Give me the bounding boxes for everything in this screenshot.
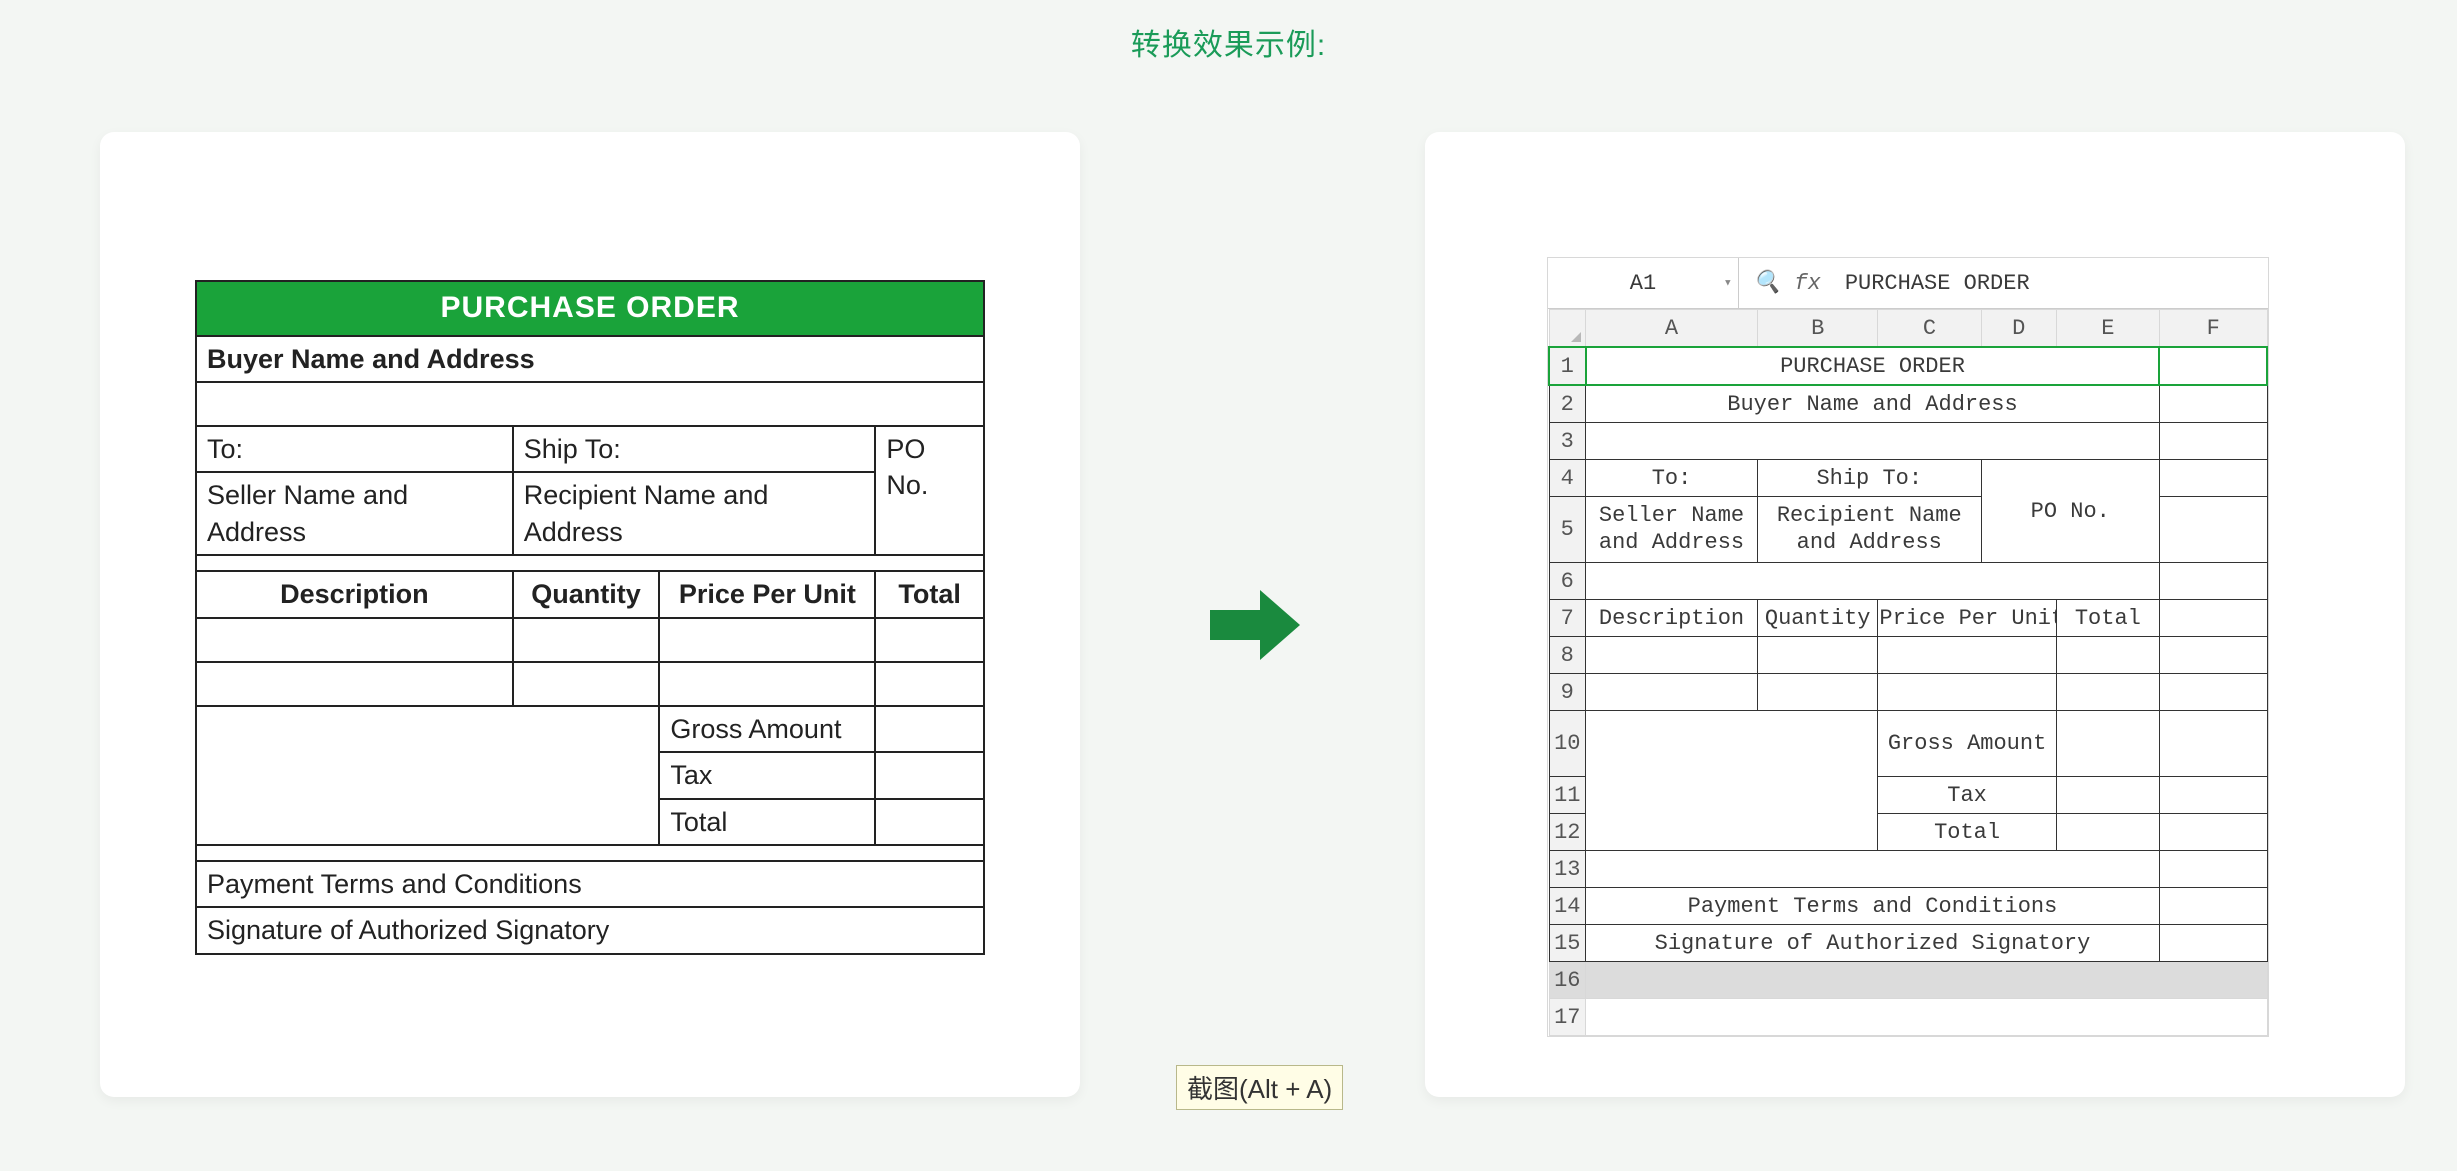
cell-qty-h[interactable]: Quantity [1758,600,1878,637]
row-header[interactable]: 12 [1549,814,1586,851]
col-header-C[interactable]: C [1878,310,1981,348]
cell-shipto[interactable]: Ship To: [1758,460,1982,497]
row-header[interactable]: 2 [1549,385,1586,423]
col-header-F[interactable]: F [2159,310,2267,348]
screenshot-tooltip: 截图(Alt + A) [1176,1065,1343,1110]
purchase-order-document: PURCHASE ORDER Buyer Name and Address To… [195,280,985,955]
cell-buyer[interactable]: Buyer Name and Address [1586,385,2160,423]
row-header[interactable]: 11 [1549,777,1586,814]
doc-to-label: To: [196,426,513,472]
col-header-A[interactable]: A [1586,310,1758,348]
cell-signature[interactable]: Signature of Authorized Signatory [1586,925,2160,962]
row-header[interactable]: 7 [1549,600,1586,637]
fx-icon[interactable]: fx [1794,271,1820,296]
arrow-icon [1210,590,1300,660]
cell-pono[interactable]: PO No. [1981,460,2159,563]
doc-col-description: Description [196,571,513,617]
row-header[interactable]: 15 [1549,925,1586,962]
col-header-D[interactable]: D [1981,310,2056,348]
row-header[interactable]: 4 [1549,460,1586,497]
cell-title[interactable]: PURCHASE ORDER [1586,347,2160,385]
cell-gross[interactable]: Gross Amount [1878,711,2056,777]
formula-bar: A1 ▾ 🔍 fx PURCHASE ORDER [1548,258,2268,309]
row-header[interactable]: 5 [1549,497,1586,563]
cell-total[interactable]: Total [1878,814,2056,851]
doc-empty-row [196,382,984,426]
name-box-dropdown-icon[interactable]: ▾ [1724,275,1732,292]
row-header[interactable]: 16 [1549,962,1586,999]
doc-col-ppu: Price Per Unit [659,571,875,617]
cell-tax[interactable]: Tax [1878,777,2056,814]
row-header[interactable]: 10 [1549,711,1586,777]
col-header-B[interactable]: B [1758,310,1878,348]
doc-col-quantity: Quantity [513,571,660,617]
doc-total: Total [659,799,875,845]
doc-shipto-label: Ship To: [513,426,876,472]
row-header[interactable]: 3 [1549,423,1586,460]
example-title: 转换效果示例: [0,20,2457,64]
name-box-value: A1 [1630,271,1656,296]
grid[interactable]: A B C D E F 1 PURCHASE ORDER [1548,309,2268,1036]
doc-seller: Seller Name and Address [196,472,513,555]
row-header[interactable]: 13 [1549,851,1586,888]
cell-payment[interactable]: Payment Terms and Conditions [1586,888,2160,925]
row-header[interactable]: 8 [1549,637,1586,674]
row-header[interactable]: 14 [1549,888,1586,925]
row-header[interactable]: 6 [1549,563,1586,600]
doc-gross: Gross Amount [659,706,875,752]
cell-desc-h[interactable]: Description [1586,600,1758,637]
row-header[interactable]: 9 [1549,674,1586,711]
zoom-icon[interactable]: 🔍 [1753,270,1780,296]
row-header[interactable]: 17 [1549,999,1586,1036]
doc-pono: PO No. [875,426,984,555]
cell-total-h[interactable]: Total [2056,600,2159,637]
source-document-card: PURCHASE ORDER Buyer Name and Address To… [100,132,1080,1097]
doc-col-total: Total [875,571,984,617]
formula-value[interactable]: PURCHASE ORDER [1835,271,2268,296]
doc-header: PURCHASE ORDER [196,281,984,336]
doc-signature: Signature of Authorized Signatory [196,907,984,953]
doc-buyer: Buyer Name and Address [196,336,984,382]
cell-ppu-h[interactable]: Price Per Unit [1878,600,2056,637]
col-header-E[interactable]: E [2056,310,2159,348]
doc-recipient: Recipient Name and Address [513,472,876,555]
select-all-corner[interactable] [1549,310,1586,348]
name-box[interactable]: A1 ▾ [1548,258,1739,308]
cell-seller[interactable]: Seller Name and Address [1586,497,1758,563]
cell-recipient[interactable]: Recipient Name and Address [1758,497,1982,563]
doc-blank-block [196,706,659,845]
cell-to[interactable]: To: [1586,460,1758,497]
result-spreadsheet-card: A1 ▾ 🔍 fx PURCHASE ORDER A [1425,132,2405,1097]
row-header[interactable]: 1 [1549,347,1586,385]
doc-tax: Tax [659,752,875,798]
spreadsheet: A1 ▾ 🔍 fx PURCHASE ORDER A [1547,257,2269,1037]
doc-payment: Payment Terms and Conditions [196,861,984,907]
